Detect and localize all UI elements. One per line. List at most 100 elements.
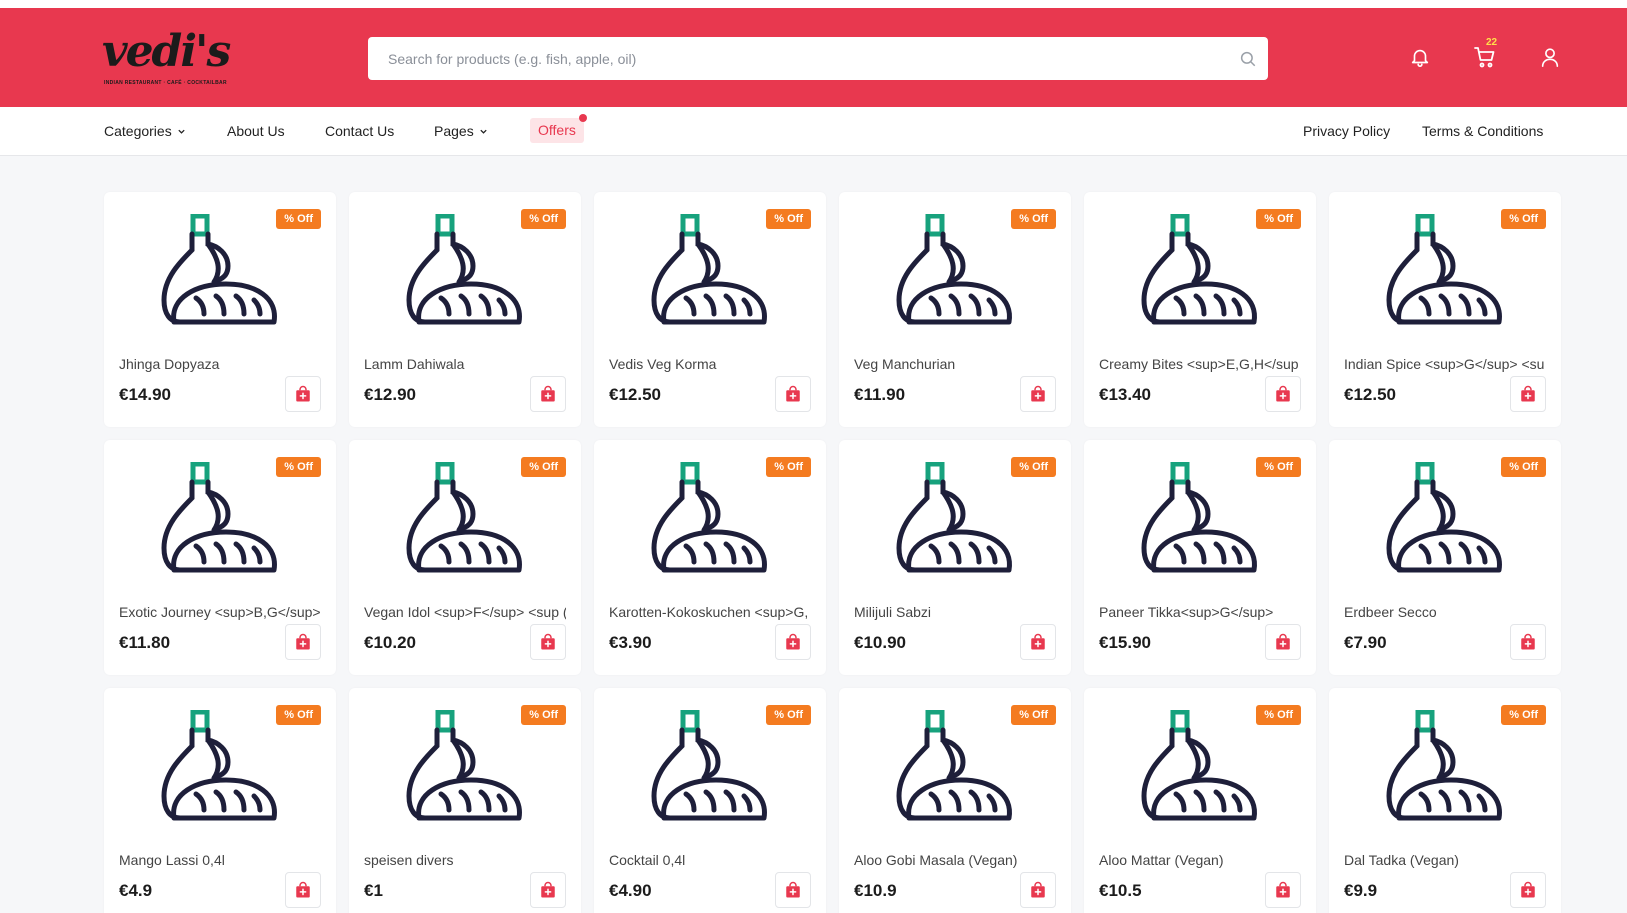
product-name[interactable]: Dal Tadka (Vegan) [1344,852,1546,868]
product-name[interactable]: Indian Spice <sup>G</sup> <su [1344,356,1546,372]
product-card[interactable]: % Off Aloo Mattar (Vegan) €10.5 [1084,688,1316,913]
product-price: €10.5 [1099,881,1142,900]
product-name[interactable]: Aloo Mattar (Vegan) [1099,852,1301,868]
nav-categories[interactable]: Categories [104,123,186,139]
add-to-cart-button[interactable] [285,624,321,660]
product-card[interactable]: % Off speisen divers €1 [349,688,581,913]
main-nav: Categories About Us Contact Us Pages Off… [0,107,1627,156]
add-to-cart-button[interactable] [1020,872,1056,908]
product-price: €15.90 [1099,633,1151,652]
product-card[interactable]: % Off Dal Tadka (Vegan) €9.9 [1329,688,1561,913]
add-to-cart-button[interactable] [285,872,321,908]
product-card[interactable]: % Off Jhinga Dopyaza €14.90 [104,192,336,427]
product-price: €1 [364,881,383,900]
product-price: €14.90 [119,385,171,404]
product-price: €3.90 [609,633,652,652]
product-name[interactable]: Aloo Gobi Masala (Vegan) [854,852,1056,868]
add-to-cart-button[interactable] [530,624,566,660]
search-icon[interactable] [1228,37,1268,80]
product-placeholder-icon [1141,214,1257,325]
product-name[interactable]: Karotten-Kokoskuchen <sup>G, [609,604,811,620]
product-name[interactable]: Creamy Bites <sup>E,G,H</sup [1099,356,1301,372]
shopping-bag-add-icon [541,633,555,650]
product-grid: % Off Jhinga Dopyaza €14.90 % Off Lamm D… [104,192,1561,913]
nav-offers[interactable]: Offers [530,114,587,143]
nav-pages[interactable]: Pages [434,123,488,139]
product-name[interactable]: Exotic Journey <sup>B,G</sup> [119,604,321,620]
nav-contact[interactable]: Contact Us [325,123,394,139]
add-to-cart-button[interactable] [1510,376,1546,412]
add-to-cart-button[interactable] [1510,624,1546,660]
product-card[interactable]: % Off Veg Manchurian €11.90 [839,192,1071,427]
notifications-bell-icon[interactable] [1405,42,1435,72]
product-card[interactable]: % Off Cocktail 0,4l €4.90 [594,688,826,913]
nav-about[interactable]: About Us [227,123,285,139]
add-to-cart-button[interactable] [1265,624,1301,660]
nav-terms[interactable]: Terms & Conditions [1422,123,1543,139]
add-to-cart-button[interactable] [775,624,811,660]
shopping-bag-add-icon [1031,881,1045,898]
product-card[interactable]: % Off Karotten-Kokoskuchen <sup>G, €3.90 [594,440,826,675]
nav-offers-label: Offers [538,122,576,138]
product-placeholder-icon [651,710,767,821]
logo-wordmark: vedi's [102,26,231,77]
add-to-cart-button[interactable] [530,376,566,412]
product-name[interactable]: Erdbeer Secco [1344,604,1546,620]
product-placeholder-icon [1141,462,1257,573]
product-price: €13.40 [1099,385,1151,404]
shopping-bag-add-icon [786,633,800,650]
product-price: €11.80 [119,633,171,652]
product-name[interactable]: Vegan Idol <sup>F</sup> <sup ( [364,604,566,620]
product-placeholder-icon [896,214,1012,325]
product-price: €4.90 [609,881,652,900]
product-placeholder-icon [161,462,277,573]
search-input[interactable] [368,37,1228,80]
product-name[interactable]: speisen divers [364,852,566,868]
product-placeholder-icon [1141,710,1257,821]
add-to-cart-button[interactable] [1510,872,1546,908]
product-card[interactable]: % Off Creamy Bites <sup>E,G,H</sup €13.4… [1084,192,1316,427]
chevron-down-icon [178,129,185,134]
product-card[interactable]: % Off Erdbeer Secco €7.90 [1329,440,1561,675]
site-header: vedi's INDIAN RESTAURANT · CAFÉ · COCKTA… [0,8,1627,107]
product-name[interactable]: Vedis Veg Korma [609,356,811,372]
product-name[interactable]: Mango Lassi 0,4l [119,852,321,868]
nav-contact-label: Contact Us [325,123,395,139]
product-card[interactable]: % Off Paneer Tikka<sup>G</sup> €15.90 [1084,440,1316,675]
shopping-bag-add-icon [541,385,555,402]
shopping-bag-add-icon [1521,385,1535,402]
nav-about-label: About Us [227,123,285,139]
add-to-cart-button[interactable] [1265,376,1301,412]
add-to-cart-button[interactable] [530,872,566,908]
product-card[interactable]: % Off Aloo Gobi Masala (Vegan) €10.9 [839,688,1071,913]
add-to-cart-button[interactable] [1020,624,1056,660]
shopping-bag-add-icon [1276,633,1290,650]
product-name[interactable]: Paneer Tikka<sup>G</sup> [1099,604,1301,620]
add-to-cart-button[interactable] [775,872,811,908]
add-to-cart-button[interactable] [285,376,321,412]
nav-privacy-policy[interactable]: Privacy Policy [1303,123,1390,139]
add-to-cart-button[interactable] [1265,872,1301,908]
brand-logo[interactable]: vedi's INDIAN RESTAURANT · CAFÉ · COCKTA… [102,26,231,96]
product-card[interactable]: % Off Lamm Dahiwala €12.90 [349,192,581,427]
product-name[interactable]: Cocktail 0,4l [609,852,811,868]
product-card[interactable]: % Off Exotic Journey <sup>B,G</sup> €11.… [104,440,336,675]
product-card[interactable]: % Off Mango Lassi 0,4l €4.9 [104,688,336,913]
product-card[interactable]: % Off Vedis Veg Korma €12.50 [594,192,826,427]
product-card[interactable]: % Off Vegan Idol <sup>F</sup> <sup ( €10… [349,440,581,675]
product-name[interactable]: Jhinga Dopyaza [119,356,321,372]
account-user-icon[interactable] [1535,42,1565,72]
add-to-cart-button[interactable] [1020,376,1056,412]
product-name[interactable]: Milijuli Sabzi [854,604,1056,620]
product-name[interactable]: Lamm Dahiwala [364,356,566,372]
product-card[interactable]: % Off Milijuli Sabzi €10.90 [839,440,1071,675]
add-to-cart-button[interactable] [775,376,811,412]
product-placeholder-icon [651,214,767,325]
cart-button[interactable]: 22 [1470,37,1500,72]
cart-icon [1474,47,1495,68]
product-name[interactable]: Veg Manchurian [854,356,1056,372]
product-card[interactable]: % Off Indian Spice <sup>G</sup> <su €12.… [1329,192,1561,427]
offers-indicator-dot [578,114,587,122]
product-placeholder-icon [161,710,277,821]
chevron-down-icon [480,129,487,134]
